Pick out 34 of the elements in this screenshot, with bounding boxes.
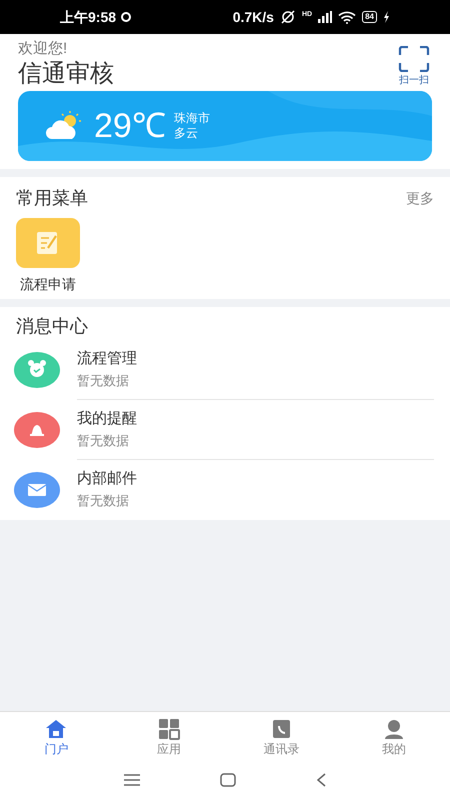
home-button-icon[interactable] — [220, 773, 236, 787]
scan-icon — [398, 46, 430, 72]
menu-item[interactable]: 流程申请 — [8, 218, 88, 295]
message-item[interactable]: 流程管理 暂无数据 — [77, 340, 434, 400]
temperature: 29℃ — [94, 108, 166, 143]
phone-book-icon — [270, 718, 292, 740]
mail-icon — [14, 472, 60, 508]
wifi-icon — [338, 10, 356, 24]
scan-button[interactable]: 扫一扫 — [398, 46, 430, 86]
section-title: 消息中心 — [15, 314, 89, 338]
signal-icon — [318, 11, 332, 23]
tab[interactable]: 我的 — [338, 712, 450, 760]
bell-icon — [14, 412, 60, 448]
status-time: 上午9:58 — [60, 8, 116, 26]
battery-indicator: 84 — [362, 11, 377, 23]
section-title: 常用菜单 — [16, 186, 88, 210]
message-item[interactable]: 内部邮件 暂无数据 — [77, 460, 434, 520]
tab[interactable]: 应用 — [112, 712, 225, 760]
form-edit-icon — [16, 218, 80, 268]
person-icon — [382, 718, 405, 740]
greeting-text: 欢迎您! — [18, 40, 68, 59]
app-title: 信通审核 — [18, 58, 114, 89]
grid-icon — [158, 718, 180, 740]
menu-icon[interactable] — [124, 774, 140, 786]
more-link[interactable]: 更多 — [406, 188, 434, 209]
tab[interactable]: 门户 — [0, 712, 112, 760]
network-speed: 0.7K/s — [232, 8, 274, 26]
message-item[interactable]: 我的提醒 暂无数据 — [77, 400, 434, 460]
city-name: 珠海市 — [174, 110, 210, 126]
back-icon[interactable] — [316, 773, 326, 787]
weather-condition: 多云 — [174, 126, 199, 141]
charging-icon — [383, 11, 390, 23]
tab[interactable]: 通讯录 — [225, 712, 338, 760]
house-icon — [45, 718, 68, 740]
